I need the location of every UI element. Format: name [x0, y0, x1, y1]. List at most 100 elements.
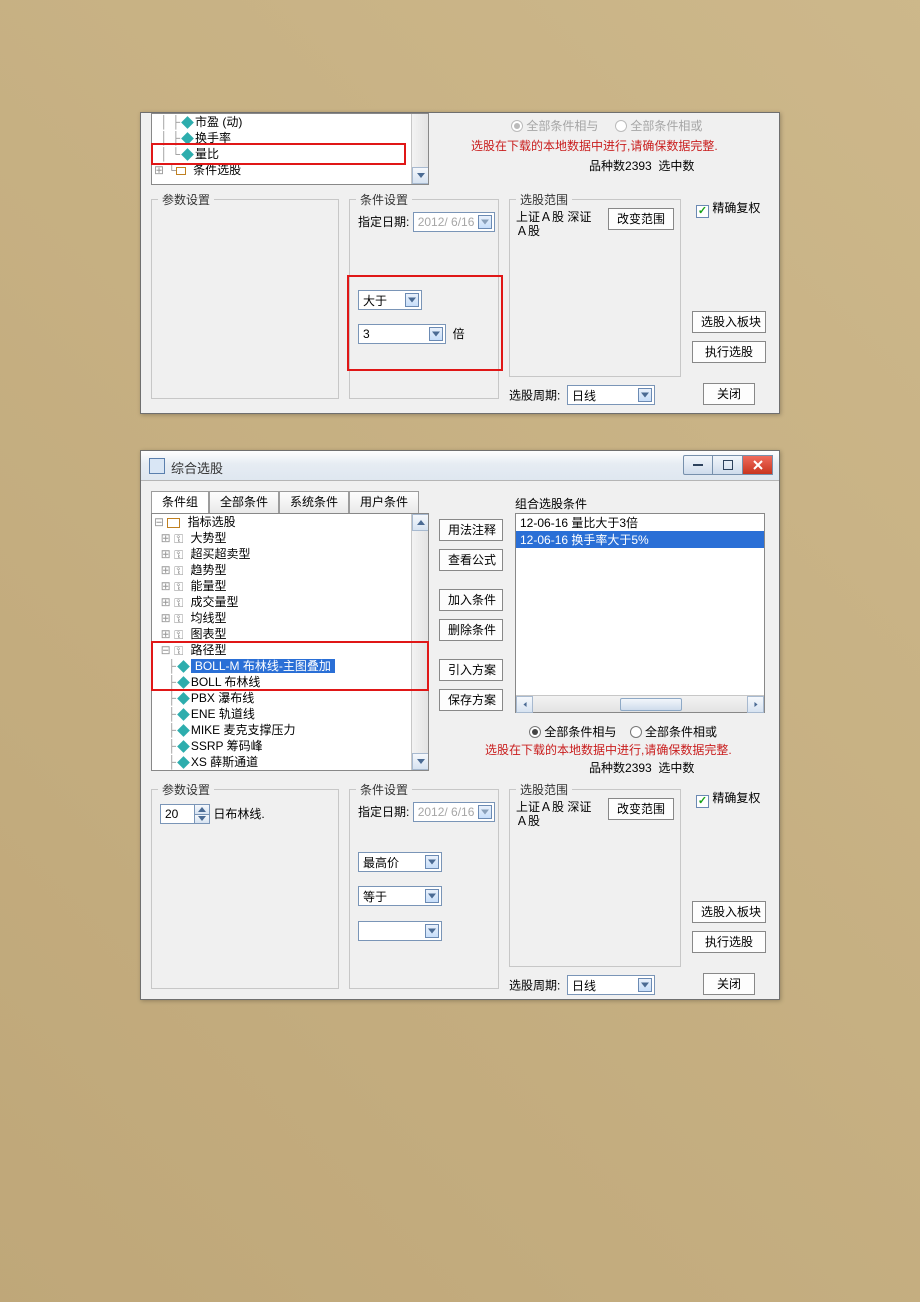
price-type-select[interactable]: 最高价	[358, 852, 442, 872]
compare-op-select[interactable]: 等于	[358, 886, 442, 906]
tree-cat[interactable]: 能量型	[190, 579, 226, 593]
radio-all-or-label: 全部条件相或	[645, 725, 717, 739]
tree-item[interactable]: 条件选股	[193, 163, 241, 177]
group-condition: 条件设置 指定日期: 2012/ 6/16 大于 3 倍	[349, 199, 499, 399]
save-plan-button[interactable]: 保存方案	[439, 689, 503, 711]
date-label: 指定日期:	[358, 215, 409, 229]
indicator-icon	[177, 724, 190, 737]
radio-all-and	[511, 120, 523, 132]
tree-item[interactable]: 市盈 (动)	[195, 115, 242, 129]
stock-count-label: 品种数	[589, 159, 625, 173]
precise-label: 精确复权	[712, 791, 760, 805]
usage-button[interactable]: 用法注释	[439, 519, 503, 541]
group-scope: 选股范围 上证Ａ股 深证 Ａ股 改变范围	[509, 199, 681, 377]
selected-label: 选中数	[658, 761, 694, 775]
tree-cat[interactable]: 成交量型	[190, 595, 238, 609]
close-button[interactable]: 关闭	[703, 973, 755, 995]
add-condition-button[interactable]: 加入条件	[439, 589, 503, 611]
tree-leaf-selected[interactable]: BOLL-M 布林线-主图叠加	[191, 659, 335, 673]
indicator-icon	[177, 740, 190, 753]
close-button[interactable]: 关闭	[703, 383, 755, 405]
tree-cat[interactable]: 路径型	[190, 643, 226, 657]
tree-item[interactable]: 换手率	[195, 131, 231, 145]
list-scrollbar-h[interactable]	[516, 695, 764, 712]
import-plan-button[interactable]: 引入方案	[439, 659, 503, 681]
tree-leaf[interactable]: ENE 轨道线	[191, 707, 255, 721]
period-select[interactable]: 日线	[567, 385, 655, 405]
scope-text2: Ａ股	[516, 224, 591, 238]
tree-cat[interactable]: 图表型	[190, 627, 226, 641]
warning-text: 选股在下载的本地数据中进行,请确保数据完整.	[485, 741, 732, 758]
key-icon: ⚿	[174, 627, 183, 643]
tree-leaf[interactable]: BOLL 布林线	[191, 675, 261, 689]
indicator-icon	[181, 116, 194, 129]
tree-leaf[interactable]: MIKE 麦克支撑压力	[191, 723, 296, 737]
list-item-selected[interactable]: 12-06-16 换手率大于5%	[516, 531, 764, 548]
radio-all-or[interactable]	[630, 726, 642, 738]
radio-all-or	[615, 120, 627, 132]
close-window-button[interactable]	[743, 455, 773, 475]
combined-list[interactable]: 12-06-16 量比大于3倍 12-06-16 换手率大于5%	[515, 513, 765, 713]
tab-condition-group[interactable]: 条件组	[151, 491, 209, 513]
key-icon: ⚿	[174, 611, 183, 627]
delete-condition-button[interactable]: 删除条件	[439, 619, 503, 641]
group-param-title: 参数设置	[158, 191, 214, 208]
tree-cat[interactable]: 趋势型	[190, 563, 226, 577]
minimize-button[interactable]	[683, 455, 713, 475]
tab-user-conditions[interactable]: 用户条件	[349, 491, 419, 513]
tree-cat[interactable]: 均线型	[190, 611, 226, 625]
stock-count-value: 2393	[625, 159, 652, 173]
precise-checkbox[interactable]: ✓	[696, 205, 709, 218]
tree-cat[interactable]: 大势型	[190, 531, 226, 545]
tab-system-conditions[interactable]: 系统条件	[279, 491, 349, 513]
period-label: 选股周期:	[509, 979, 560, 993]
run-button[interactable]: 执行选股	[692, 931, 766, 953]
indicator-icon	[181, 132, 194, 145]
stock-count-value: 2393	[625, 761, 652, 775]
tree-leaf[interactable]: PBX 瀑布线	[191, 691, 254, 705]
compare-operator-select[interactable]: 大于	[358, 290, 422, 310]
param-suffix: 日布林线.	[213, 807, 264, 821]
key-icon: ⚿	[174, 579, 183, 595]
group-scope: 选股范围 上证Ａ股 深证 Ａ股 改变范围	[509, 789, 681, 967]
precise-label: 精确复权	[712, 201, 760, 215]
tree-scrollbar[interactable]	[411, 114, 428, 184]
indicator-icon	[177, 660, 190, 673]
period-select[interactable]: 日线	[567, 975, 655, 995]
radio-all-or-label: 全部条件相或	[630, 119, 702, 133]
tree-cat[interactable]: 超买超卖型	[190, 547, 250, 561]
tree-indicators[interactable]: ⊟ 指标选股 ⊞ ⚿ 大势型 ⊞ ⚿ 超买超卖型 ⊞ ⚿ 趋势型 ⊞ ⚿ 能量型…	[151, 513, 429, 771]
change-scope-button[interactable]: 改变范围	[608, 798, 674, 820]
maximize-button[interactable]	[713, 455, 743, 475]
key-icon: ⚿	[174, 643, 183, 659]
change-scope-button[interactable]: 改变范围	[608, 208, 674, 230]
radio-all-and[interactable]	[529, 726, 541, 738]
dialog-upper: │ ├市盈 (动) │ ├换手率 │ └量比 ⊞ └ 条件选股 全部条件相与 全…	[140, 112, 780, 414]
tree-root[interactable]: 指标选股	[188, 515, 236, 529]
combined-label: 组合选股条件	[515, 495, 587, 512]
param-spinner[interactable]: 20	[160, 804, 210, 824]
group-param-title: 参数设置	[158, 781, 214, 798]
dialog-comprehensive: 综合选股 条件组 全部条件 系统条件 用户条件 ⊟ 指标选股 ⊞ ⚿ 大势型 ⊞…	[140, 450, 780, 1000]
tree-indicators[interactable]: │ ├市盈 (动) │ ├换手率 │ └量比 ⊞ └ 条件选股	[151, 113, 429, 185]
compare-target-select[interactable]	[358, 921, 442, 941]
select-to-block-button[interactable]: 选股入板块	[692, 901, 766, 923]
selected-label: 选中数	[658, 159, 694, 173]
group-scope-title: 选股范围	[516, 191, 572, 208]
precise-checkbox[interactable]: ✓	[696, 795, 709, 808]
run-button[interactable]: 执行选股	[692, 341, 766, 363]
tree-leaf[interactable]: XS 薛斯通道	[191, 755, 258, 769]
tree-scrollbar[interactable]	[411, 514, 428, 770]
indicator-icon	[181, 148, 194, 161]
scope-text1: 上证Ａ股 深证	[516, 800, 591, 814]
view-formula-button[interactable]: 查看公式	[439, 549, 503, 571]
group-condition-title: 条件设置	[356, 191, 412, 208]
group-param: 参数设置 20 日布林线.	[151, 789, 339, 989]
tree-leaf[interactable]: SSRP 筹码峰	[191, 739, 263, 753]
select-to-block-button[interactable]: 选股入板块	[692, 311, 766, 333]
condition-tabs: 条件组 全部条件 系统条件 用户条件	[151, 491, 419, 513]
compare-value-input[interactable]: 3	[358, 324, 446, 344]
tab-all-conditions[interactable]: 全部条件	[209, 491, 279, 513]
tree-item[interactable]: 量比	[195, 147, 219, 161]
list-item[interactable]: 12-06-16 量比大于3倍	[516, 514, 764, 531]
